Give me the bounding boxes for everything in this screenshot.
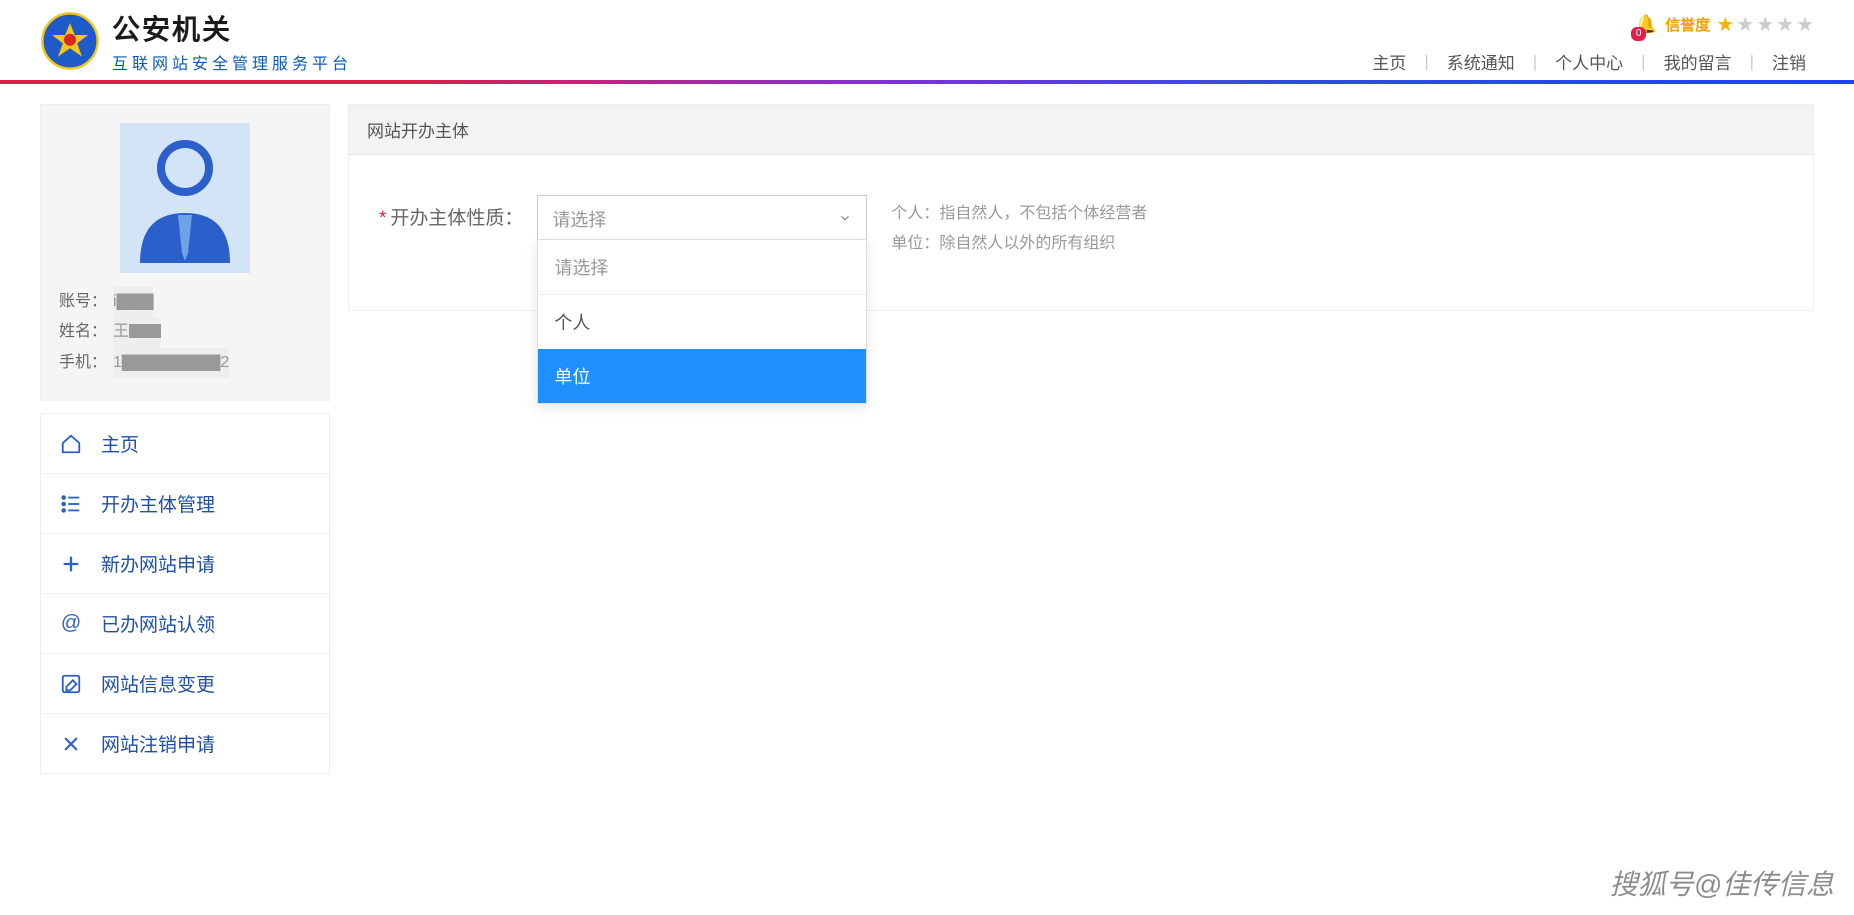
page-header: 公安机关 互联网站安全管理服务平台 🔔 0 信誉度 ★ ★ ★ ★ ★ 主页 |… xyxy=(0,0,1854,74)
menu-label: 网站注销申请 xyxy=(101,730,215,757)
user-card: 账号： i▇▇▇ 姓名： 王▇▇ 手机： 1▇▇▇▇▇▇▇▇2 xyxy=(40,104,330,401)
select-box[interactable]: 请选择 xyxy=(537,195,867,243)
dropdown-list: 请选择 个人 单位 xyxy=(537,239,867,404)
sidebar: 账号： i▇▇▇ 姓名： 王▇▇ 手机： 1▇▇▇▇▇▇▇▇2 主页 xyxy=(40,104,330,774)
top-nav: 主页 | 系统通知 | 个人中心 | 我的留言 | 注销 xyxy=(1364,49,1814,74)
user-info: 账号： i▇▇▇ 姓名： 王▇▇ 手机： 1▇▇▇▇▇▇▇▇2 xyxy=(59,287,311,378)
logo-text: 公安机关 互联网站安全管理服务平台 xyxy=(112,8,352,74)
name-label: 姓名： xyxy=(59,317,107,347)
nav-notice[interactable]: 系统通知 xyxy=(1439,49,1523,74)
dropdown-option-placeholder[interactable]: 请选择 xyxy=(538,240,866,295)
name-value: 王▇▇ xyxy=(113,317,161,347)
nav-profile[interactable]: 个人中心 xyxy=(1547,49,1631,74)
star-icon: ★ xyxy=(1796,12,1814,37)
required-mark: * xyxy=(379,208,386,229)
logo-section: 公安机关 互联网站安全管理服务平台 xyxy=(40,8,352,74)
site-subtitle: 互联网站安全管理服务平台 xyxy=(112,50,352,74)
nav-logout[interactable]: 注销 xyxy=(1764,49,1814,74)
select-value: 请选择 xyxy=(552,206,606,232)
dropdown-option-personal[interactable]: 个人 xyxy=(538,295,866,349)
phone-label: 手机： xyxy=(59,348,107,378)
main-panel: 网站开办主体 *开办主体性质： 请选择 请选择 个人 单位 xyxy=(348,104,1814,311)
panel-title: 网站开办主体 xyxy=(349,105,1813,155)
menu-home[interactable]: 主页 xyxy=(40,413,330,474)
menu-new-site[interactable]: 新办网站申请 xyxy=(40,534,330,594)
menu-label: 网站信息变更 xyxy=(101,670,215,697)
edit-icon xyxy=(59,673,83,695)
sidebar-menu: 主页 开办主体管理 新办网站申请 @ 已办网站认领 xyxy=(40,413,330,774)
menu-claim-site[interactable]: @ 已办网站认领 xyxy=(40,594,330,654)
menu-label: 新办网站申请 xyxy=(101,550,215,577)
credit-label: 信誉度 xyxy=(1665,14,1710,35)
star-icon: ★ xyxy=(1736,12,1754,37)
close-icon xyxy=(59,734,83,754)
menu-label: 开办主体管理 xyxy=(101,490,215,517)
avatar-wrap xyxy=(59,123,311,273)
star-icon: ★ xyxy=(1776,12,1794,37)
menu-site-cancel[interactable]: 网站注销申请 xyxy=(40,714,330,774)
dropdown-option-unit[interactable]: 单位 xyxy=(538,349,866,403)
menu-label: 主页 xyxy=(101,430,139,457)
star-icon: ★ xyxy=(1756,12,1774,37)
menu-site-change[interactable]: 网站信息变更 xyxy=(40,654,330,714)
credit-row: 🔔 0 信誉度 ★ ★ ★ ★ ★ xyxy=(1635,12,1814,37)
nav-home[interactable]: 主页 xyxy=(1364,49,1414,74)
home-icon xyxy=(59,433,83,455)
account-row: 账号： i▇▇▇ xyxy=(59,287,311,317)
form-label: *开办主体性质： xyxy=(379,195,523,230)
plus-icon xyxy=(59,553,83,575)
notification-bell[interactable]: 🔔 0 xyxy=(1635,14,1657,35)
star-icon: ★ xyxy=(1716,12,1734,37)
menu-entity-manage[interactable]: 开办主体管理 xyxy=(40,474,330,534)
menu-label: 已办网站认领 xyxy=(101,610,215,637)
phone-row: 手机： 1▇▇▇▇▇▇▇▇2 xyxy=(59,348,311,378)
notification-count: 0 xyxy=(1631,27,1647,41)
site-title: 公安机关 xyxy=(112,8,352,48)
chevron-down-icon xyxy=(838,209,852,230)
form-row-entity-type: *开办主体性质： 请选择 请选择 个人 单位 xyxy=(379,195,1783,270)
account-value: i▇▇▇ xyxy=(113,287,153,317)
police-badge-icon xyxy=(40,11,100,71)
phone-value: 1▇▇▇▇▇▇▇▇2 xyxy=(113,348,229,378)
hint-line-2: 单位：除自然人以外的所有组织 xyxy=(891,229,1147,259)
watermark: 搜狐号@佳传信息 xyxy=(1610,863,1834,903)
list-icon xyxy=(59,493,83,515)
name-row: 姓名： 王▇▇ xyxy=(59,317,311,347)
avatar xyxy=(120,123,250,273)
form-area: *开办主体性质： 请选择 请选择 个人 单位 xyxy=(349,155,1813,310)
hint-box: 个人：指自然人，不包括个体经营者 单位：除自然人以外的所有组织 xyxy=(881,195,1157,270)
account-label: 账号： xyxy=(59,287,107,317)
hint-line-1: 个人：指自然人，不包括个体经营者 xyxy=(891,199,1147,229)
at-icon: @ xyxy=(59,612,83,635)
nav-messages[interactable]: 我的留言 xyxy=(1656,49,1740,74)
header-right: 🔔 0 信誉度 ★ ★ ★ ★ ★ 主页 | 系统通知 | 个人中心 | 我的留… xyxy=(1364,12,1814,74)
entity-type-select: 请选择 请选择 个人 单位 xyxy=(537,195,867,243)
main-container: 账号： i▇▇▇ 姓名： 王▇▇ 手机： 1▇▇▇▇▇▇▇▇2 主页 xyxy=(0,84,1854,794)
